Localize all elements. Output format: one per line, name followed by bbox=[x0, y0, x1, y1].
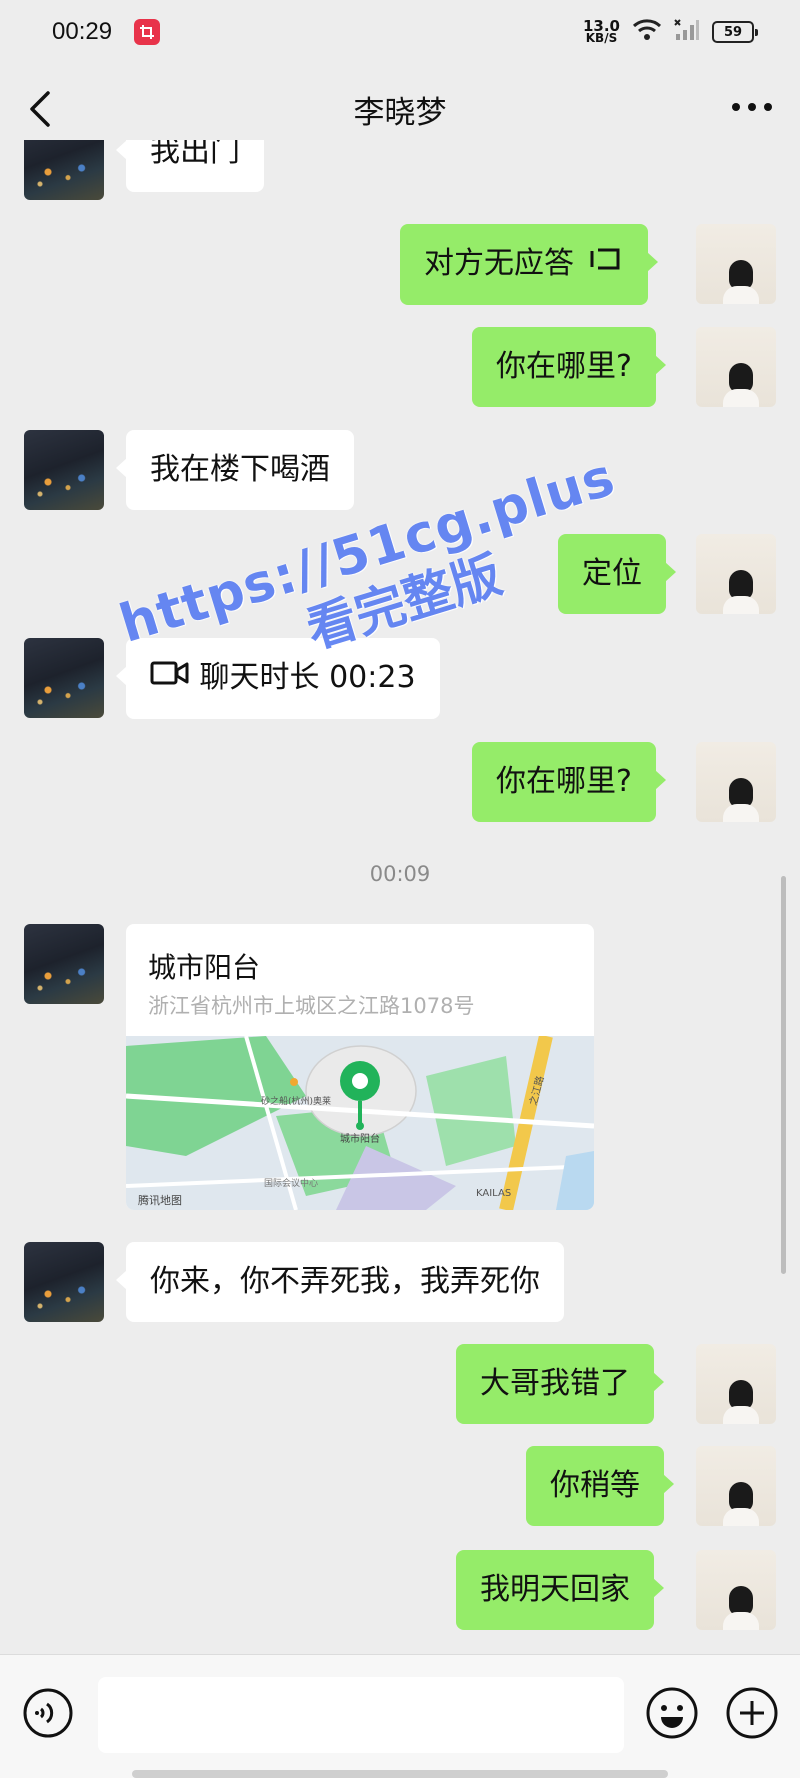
signal-icon bbox=[674, 18, 700, 46]
message-bubble-right[interactable]: 你稍等 bbox=[526, 1446, 674, 1526]
wifi-icon bbox=[632, 18, 662, 46]
home-indicator[interactable] bbox=[132, 1770, 668, 1778]
message-bubble-right[interactable]: 定位 bbox=[558, 534, 676, 614]
message-bubble-right[interactable]: 对方无应答 bbox=[400, 224, 658, 305]
more-icon[interactable] bbox=[730, 92, 774, 122]
video-call-icon bbox=[150, 658, 190, 699]
location-address: 浙江省杭州市上城区之江路1078号 bbox=[148, 994, 475, 1018]
my-avatar[interactable] bbox=[696, 1344, 776, 1424]
my-avatar[interactable] bbox=[696, 327, 776, 407]
message-bubble-left[interactable]: 我在楼下喝酒 bbox=[116, 430, 354, 510]
message-bubble-right[interactable]: 我明天回家 bbox=[456, 1550, 664, 1630]
status-bar: 00:29 13.0 KB/S 59 bbox=[0, 0, 800, 64]
back-icon[interactable] bbox=[22, 88, 62, 130]
battery-indicator: 59 bbox=[712, 21, 758, 43]
svg-text:砂之船(杭州)奥莱: 砂之船(杭州)奥莱 bbox=[261, 1095, 331, 1107]
svg-text:城市阳台: 城市阳台 bbox=[340, 1132, 380, 1145]
svg-text:KAILAS: KAILAS bbox=[476, 1188, 511, 1199]
chat-title: 李晓梦 bbox=[353, 94, 447, 131]
plus-icon[interactable] bbox=[724, 1685, 780, 1741]
location-name: 城市阳台 bbox=[148, 951, 261, 984]
screenshot-crop-icon bbox=[134, 19, 161, 45]
my-avatar[interactable] bbox=[696, 534, 776, 614]
contact-avatar[interactable] bbox=[24, 430, 104, 510]
voice-input-icon[interactable] bbox=[22, 1687, 74, 1739]
emoji-icon[interactable] bbox=[644, 1685, 700, 1741]
status-time: 00:29 bbox=[52, 18, 113, 45]
status-indicators: 13.0 KB/S 59 bbox=[582, 17, 758, 46]
svg-text:国际会议中心: 国际会议中心 bbox=[264, 1177, 318, 1189]
voice-call-icon bbox=[584, 244, 624, 285]
my-avatar[interactable] bbox=[696, 742, 776, 822]
message-bubble-left[interactable]: 你来，你不弄死我，我弄死你 bbox=[116, 1242, 564, 1322]
svg-text:腾讯地图: 腾讯地图 bbox=[138, 1193, 182, 1207]
message-bubble-right[interactable]: 你在哪里? bbox=[472, 327, 666, 407]
my-avatar[interactable] bbox=[696, 1446, 776, 1526]
contact-avatar[interactable] bbox=[24, 1242, 104, 1322]
message-input[interactable] bbox=[98, 1677, 624, 1753]
message-bubble-right[interactable]: 大哥我错了 bbox=[456, 1344, 664, 1424]
message-bubble-left[interactable]: 聊天时长 00:23 bbox=[116, 638, 440, 719]
my-avatar[interactable] bbox=[696, 1550, 776, 1630]
message-bubble-left[interactable]: 我出门 bbox=[116, 140, 264, 192]
scrollbar[interactable] bbox=[781, 876, 786, 1274]
message-timestamp: 00:09 bbox=[369, 862, 431, 886]
contact-avatar[interactable] bbox=[24, 638, 104, 718]
contact-avatar[interactable] bbox=[24, 924, 104, 1004]
contact-avatar[interactable] bbox=[24, 140, 104, 200]
message-bubble-right[interactable]: 你在哪里? bbox=[472, 742, 666, 822]
location-message-card[interactable]: 城市阳台 浙江省杭州市上城区之江路1078号 城市阳台 砂之船(杭州)奥莱 国际… bbox=[126, 924, 594, 1210]
my-avatar[interactable] bbox=[696, 224, 776, 304]
message-list[interactable]: 我出门 对方无应答 你在哪里? 我在楼下喝酒 定位 聊天时长 00:23 你在哪… bbox=[0, 140, 800, 1640]
location-map[interactable]: 城市阳台 砂之船(杭州)奥莱 国际会议中心 KAILAS 之江路 腾讯地图 bbox=[126, 1036, 594, 1210]
network-speed: 13.0 KB/S bbox=[582, 17, 620, 45]
input-bar bbox=[0, 1654, 800, 1778]
